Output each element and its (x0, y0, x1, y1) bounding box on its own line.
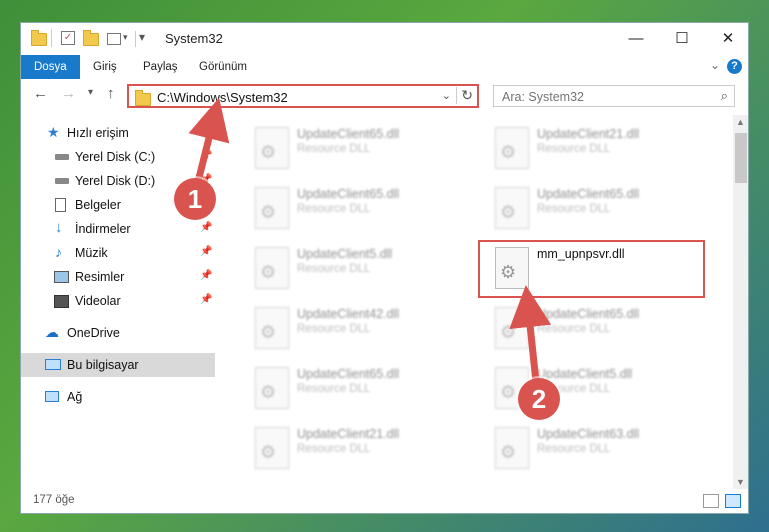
annotation-arrows (188, 97, 552, 383)
step-badge-2: 2 (518, 378, 560, 420)
arrow-to-file (509, 285, 552, 383)
arrow-to-address-bar (188, 97, 230, 183)
step-badge-1: 1 (174, 178, 216, 220)
